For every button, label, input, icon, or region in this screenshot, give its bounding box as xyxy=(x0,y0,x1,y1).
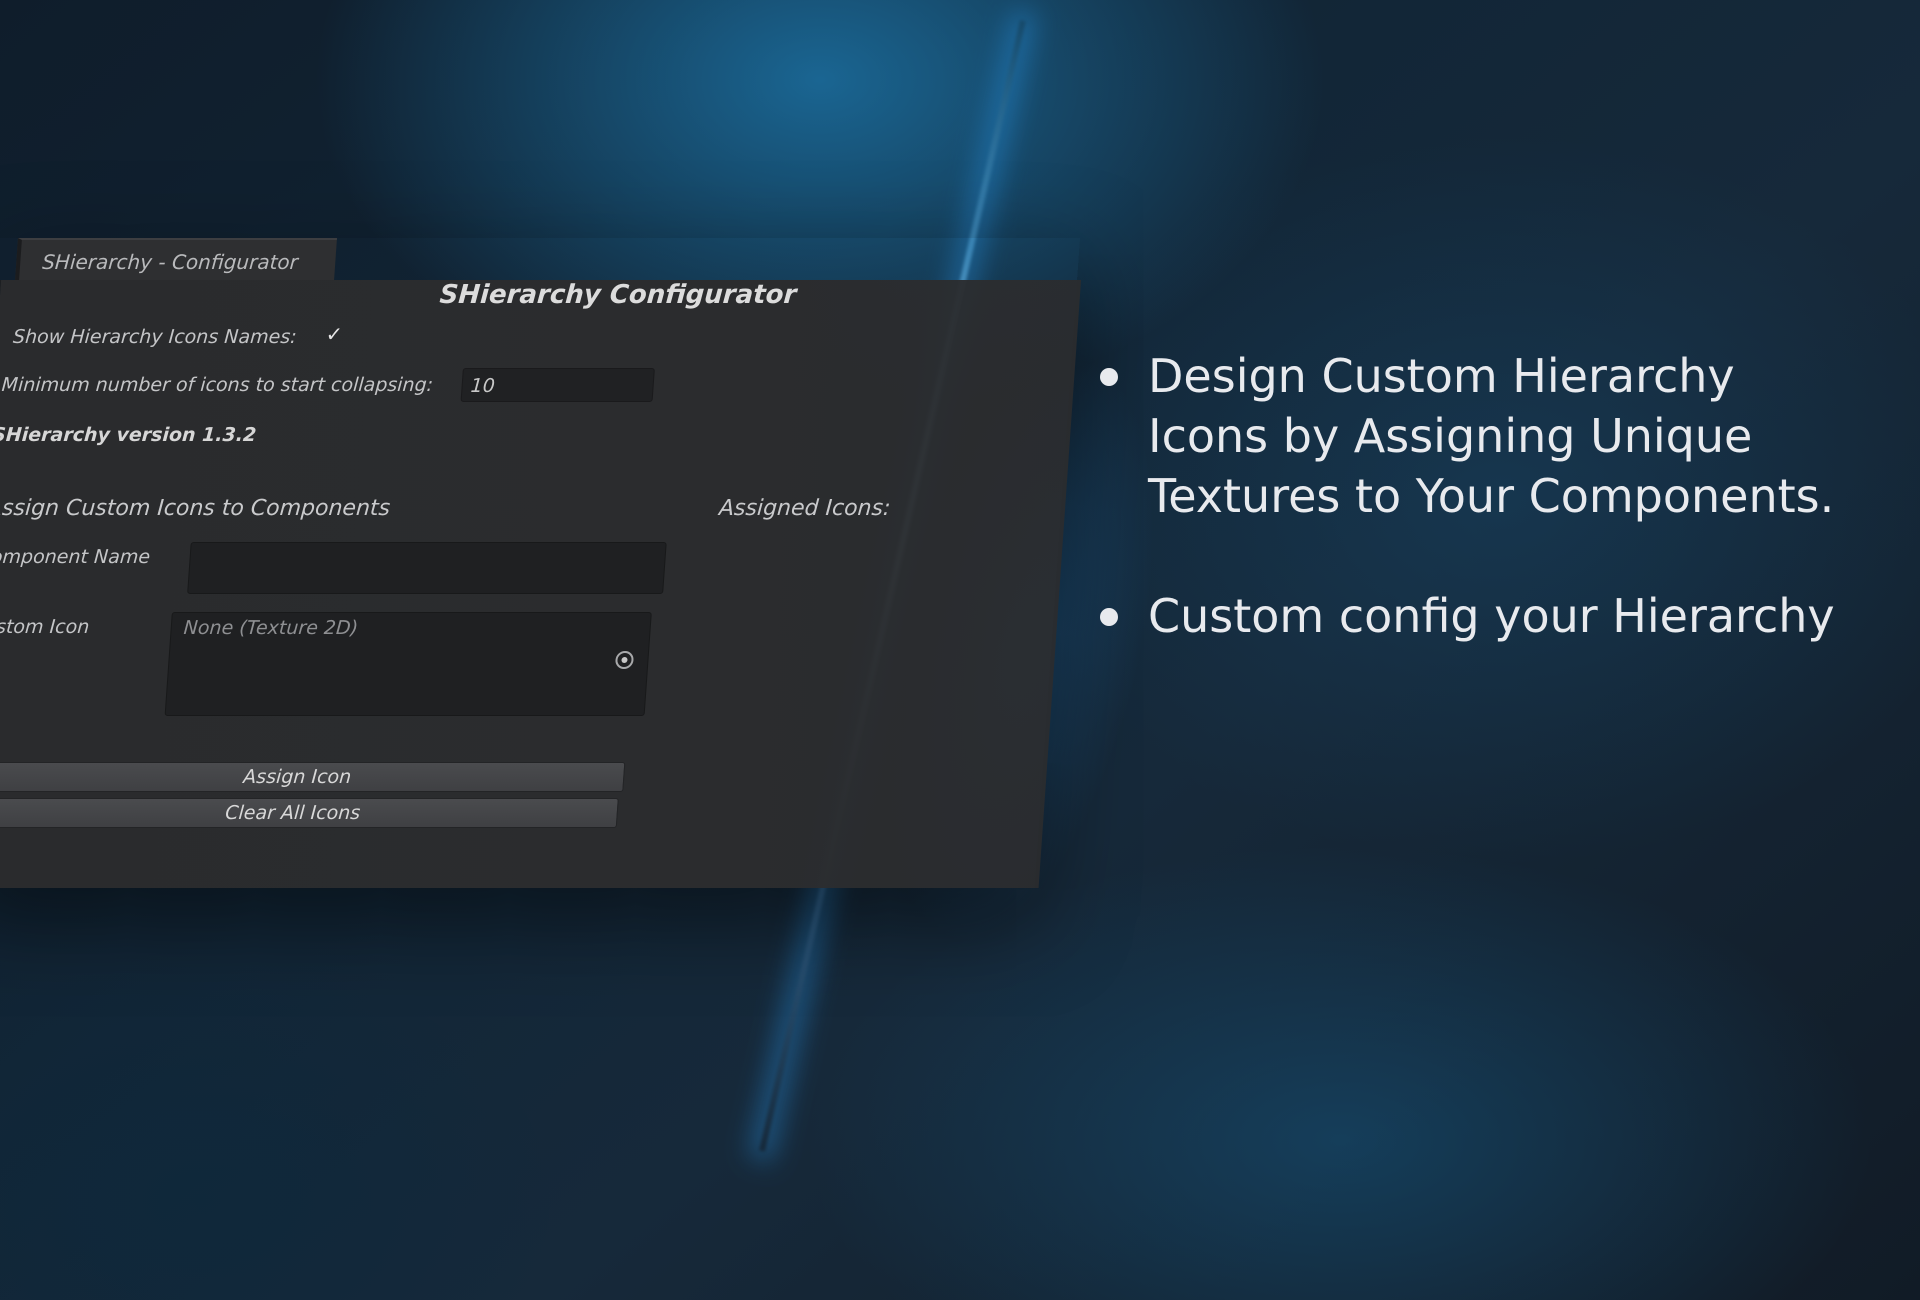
collapse-threshold-input[interactable]: 10 xyxy=(460,368,655,402)
configurator-panel: SHierarchy Configurator Show Hierarchy I… xyxy=(0,280,1082,888)
feature-item: Design Custom Hierarchy Icons by Assigni… xyxy=(1098,346,1858,526)
bullet-icon xyxy=(1100,608,1118,626)
feature-text: Custom config your Hierarchy xyxy=(1148,589,1835,643)
custom-icon-label: Custom Icon xyxy=(0,616,91,638)
custom-icon-placeholder: None (Texture 2D) xyxy=(182,617,359,639)
section-title: Assign Custom Icons to Components xyxy=(0,496,391,521)
promo-stage: SHierarchy - Configurator SHierarchy Con… xyxy=(0,0,1920,1300)
feature-list: Design Custom Hierarchy Icons by Assigni… xyxy=(1098,346,1858,706)
component-name-label: Component Name xyxy=(0,546,151,568)
version-text: SHierarchy version 1.3.2 xyxy=(0,424,258,446)
component-name-input[interactable] xyxy=(187,542,667,594)
assign-icon-button[interactable]: Assign Icon xyxy=(0,762,626,792)
panel-title: SHierarchy Configurator xyxy=(438,280,798,310)
configurator-window: SHierarchy - Configurator SHierarchy Con… xyxy=(0,238,1082,888)
assigned-icons-label: Assigned Icons: xyxy=(718,496,892,521)
show-icon-names-label: Show Hierarchy Icons Names: xyxy=(12,326,298,348)
feature-text: Design Custom Hierarchy Icons by Assigni… xyxy=(1148,349,1835,523)
collapse-threshold-label: Minimum number of icons to start collaps… xyxy=(0,374,434,396)
window-tab-label: SHierarchy - Configurator xyxy=(41,250,299,274)
feature-item: Custom config your Hierarchy xyxy=(1098,586,1858,646)
window-tab[interactable]: SHierarchy - Configurator xyxy=(14,238,338,282)
custom-icon-field[interactable]: None (Texture 2D) xyxy=(164,612,652,716)
show-icon-names-checkbox[interactable]: ✓ xyxy=(323,322,347,346)
clear-all-icons-button[interactable]: Clear All Icons xyxy=(0,798,619,828)
object-picker-icon[interactable] xyxy=(614,651,635,669)
bullet-icon xyxy=(1100,368,1118,386)
